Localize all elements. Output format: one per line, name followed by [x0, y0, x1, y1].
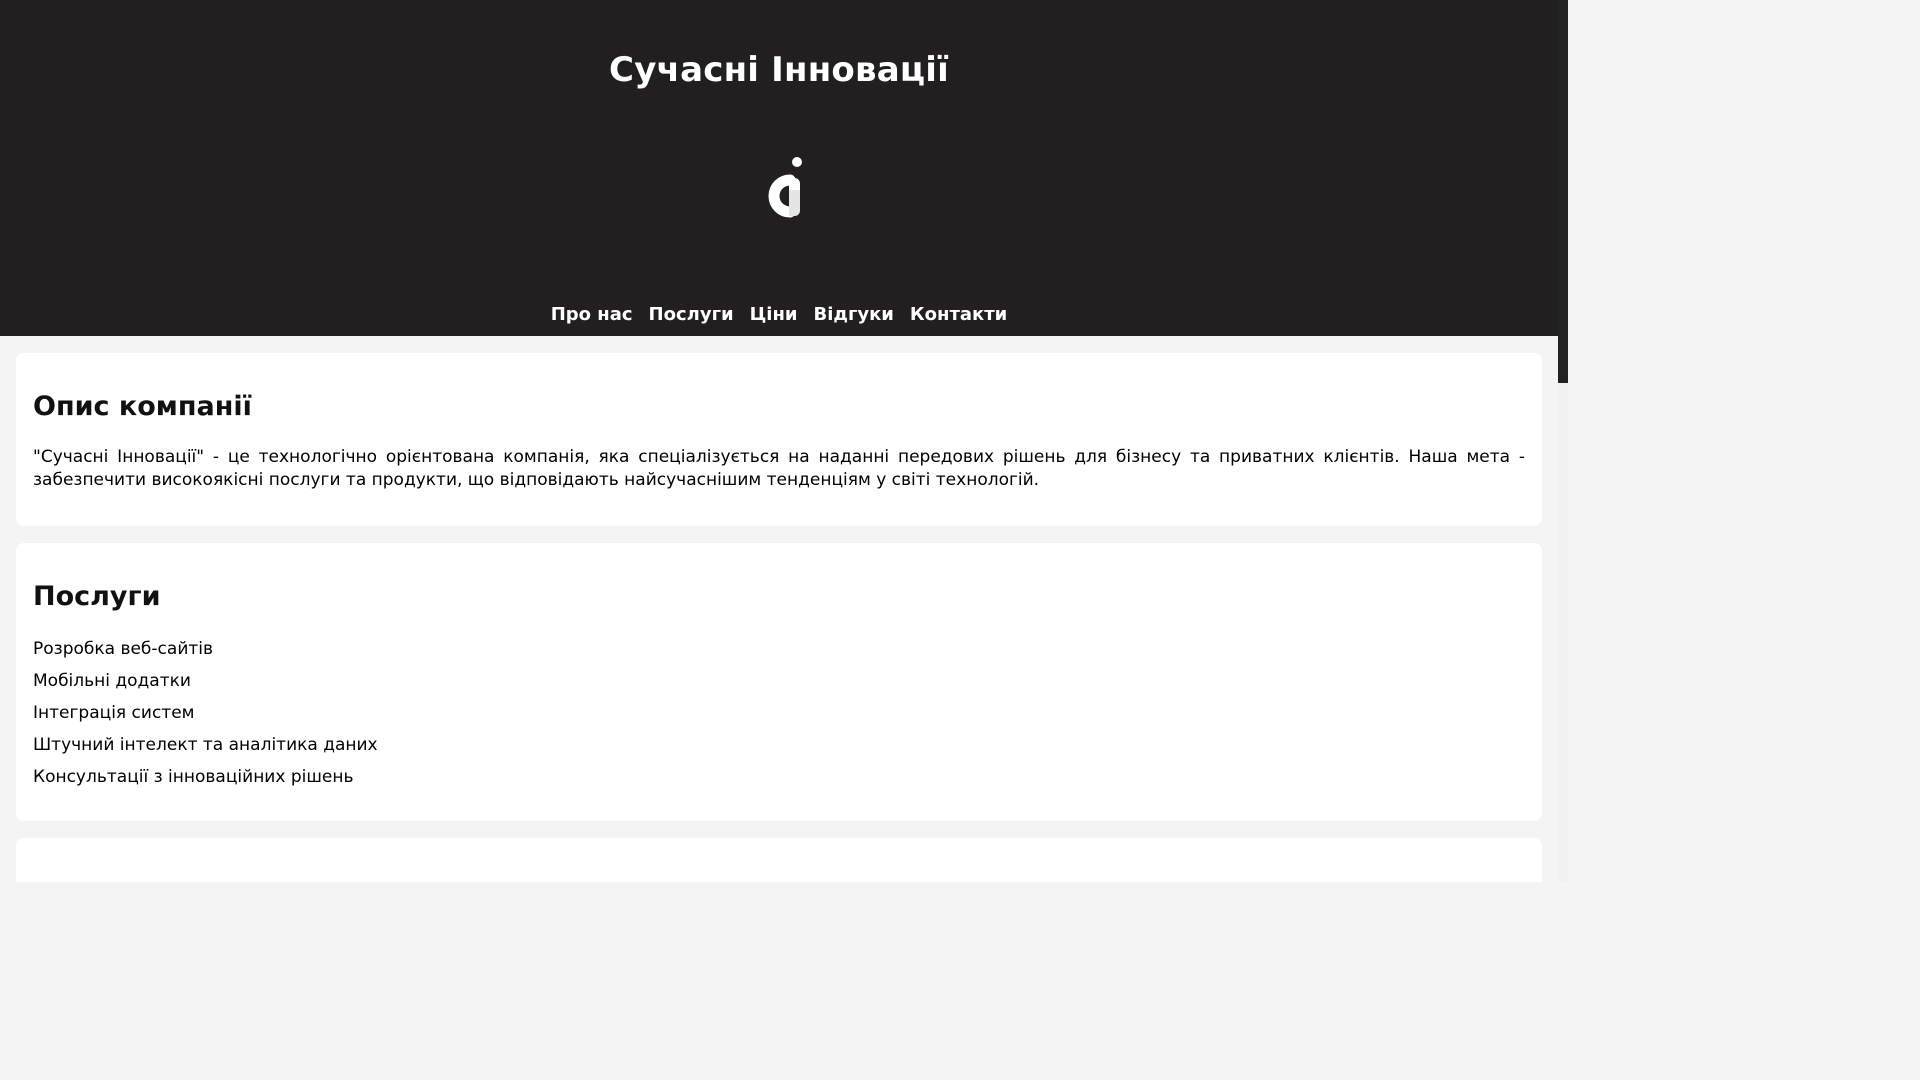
main-nav: Про нас Послуги Ціни Відгуки Контакти — [0, 304, 1558, 325]
services-list: Розробка веб-сайтів Мобільні додатки Інт… — [33, 637, 378, 797]
services-heading: Послуги — [33, 581, 161, 612]
about-text: "Сучасні Інновації" - це технологічно ор… — [33, 447, 1525, 490]
nav-item-reviews[interactable]: Відгуки — [814, 304, 894, 325]
list-item: Штучний інтелект та аналітика даних — [33, 735, 378, 755]
services-section: Послуги Розробка веб-сайтів Мобільні дод… — [16, 543, 1542, 821]
list-item: Мобільні додатки — [33, 671, 191, 691]
list-item: Розробка веб-сайтів — [33, 639, 214, 659]
ci-logo-icon — [768, 157, 802, 218]
about-heading: Опис компанії — [33, 391, 252, 422]
nav-item-contacts[interactable]: Контакти — [910, 304, 1007, 325]
page: Сучасні Інновації Про нас Послуги Ціни В… — [0, 0, 1568, 882]
scrollbar-thumb[interactable] — [1558, 0, 1568, 383]
site-title: Сучасні Інновації — [609, 50, 949, 90]
list-item: Інтеграція систем — [33, 703, 195, 723]
nav-item-services[interactable]: Послуги — [649, 304, 734, 325]
site-header: Сучасні Інновації Про нас Послуги Ціни В… — [0, 0, 1558, 336]
list-item: Консультації з інноваційних рішень — [33, 767, 354, 787]
about-section: Опис компанії "Сучасні Інновації" - це т… — [16, 353, 1542, 526]
nav-item-about[interactable]: Про нас — [551, 304, 633, 325]
next-section — [16, 838, 1542, 882]
nav-item-prices[interactable]: Ціни — [750, 304, 798, 325]
